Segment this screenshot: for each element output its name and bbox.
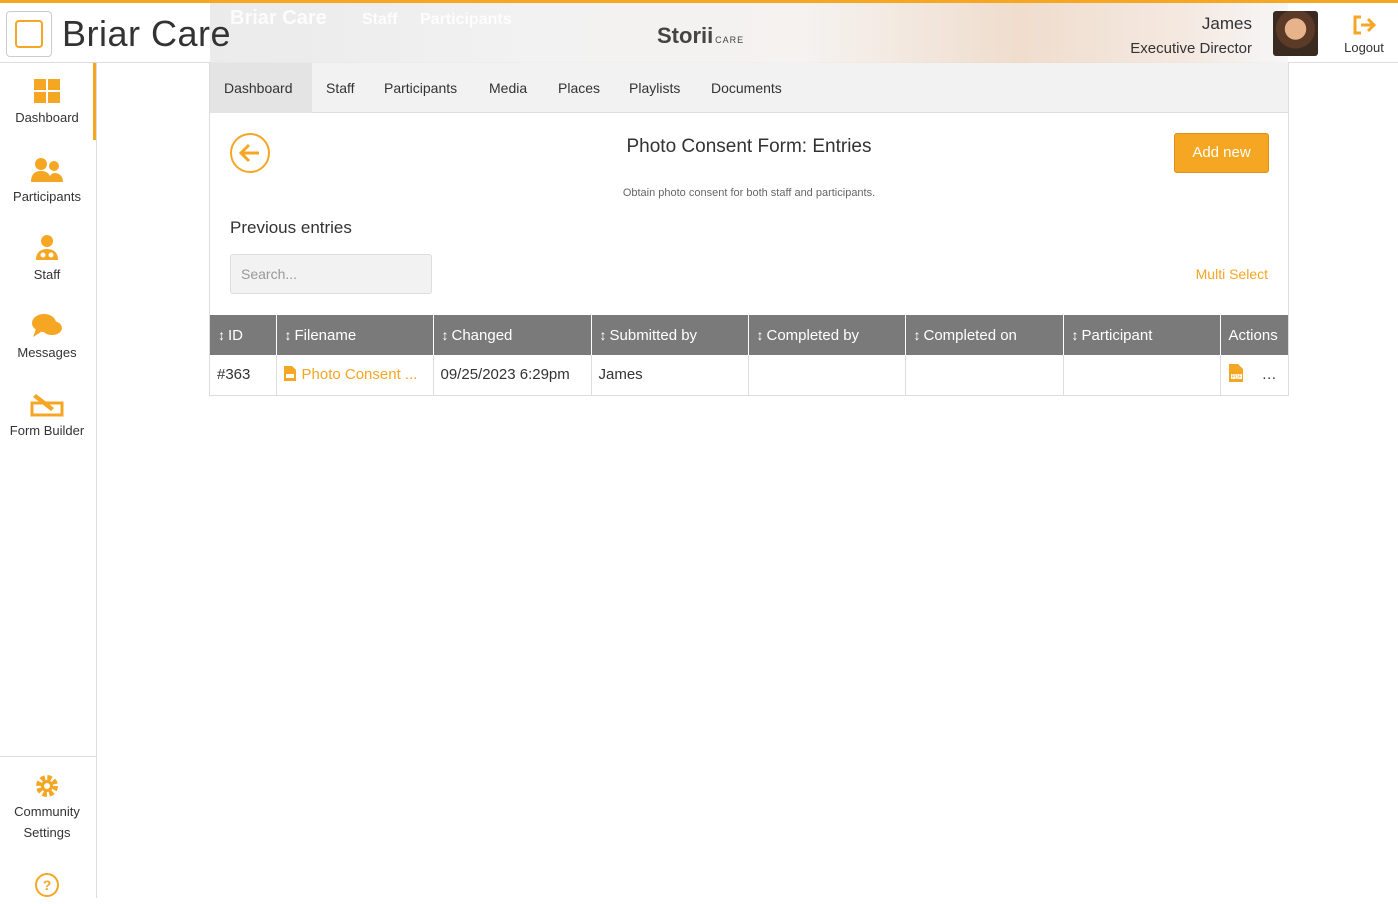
product-suffix: CARE <box>715 35 745 45</box>
tab-media[interactable]: Media <box>475 63 541 113</box>
tab-dashboard[interactable]: Dashboard <box>210 63 312 113</box>
settings-label-line2: Settings <box>23 825 71 840</box>
cell-submitted-by: James <box>591 355 749 396</box>
sort-icon: ↕ <box>284 326 292 343</box>
sidebar-item-messages[interactable]: Messages <box>0 313 94 360</box>
tab-bar: Dashboard Staff Participants Media Place… <box>210 63 1288 113</box>
banner-ghost-link: Staff <box>362 11 398 28</box>
sidebar-divider <box>0 756 96 757</box>
community-name: Briar Care <box>62 13 232 54</box>
column-header-participant[interactable]: ↕ Participant <box>1063 315 1221 355</box>
tab-documents[interactable]: Documents <box>697 63 796 113</box>
messages-icon <box>32 314 62 337</box>
file-pdf-icon <box>283 366 296 382</box>
sidebar-item-label: Messages <box>17 345 77 360</box>
left-sidebar: Dashboard Participants Staff Messages Fo… <box>0 63 97 898</box>
cell-id: #363 <box>210 355 277 396</box>
pdf-icon: PDF <box>1228 363 1243 382</box>
dashboard-grid-icon <box>34 79 60 103</box>
column-label: Completed by <box>766 326 860 344</box>
cell-actions: PDF <box>1220 355 1288 396</box>
cell-filename[interactable]: Photo Consent ... <box>276 355 434 396</box>
sidebar-item-community-settings[interactable]: Community Settings <box>0 773 94 843</box>
add-new-button[interactable]: Add new <box>1174 133 1269 173</box>
sort-icon: ↕ <box>756 326 764 343</box>
page-title: Photo Consent Form: Entries <box>626 136 872 157</box>
logout-label: Logout <box>1344 40 1384 55</box>
main-panel: Dashboard Staff Participants Media Place… <box>209 63 1289 396</box>
gear-icon <box>36 775 58 797</box>
sort-icon: ↕ <box>599 326 607 343</box>
column-header-filename[interactable]: ↕ Filename <box>276 315 434 355</box>
column-label: ID <box>228 326 243 344</box>
sidebar-item-label: Form Builder <box>9 423 85 438</box>
form-builder-icon <box>30 394 64 417</box>
entries-table: ↕ ID ↕ Filename ↕ Changed ↕ Submitted by ↕ Co… <box>210 315 1288 396</box>
column-header-completed-on[interactable]: ↕ Completed on <box>905 315 1064 355</box>
sort-icon: ↕ <box>218 326 225 343</box>
svg-text:?: ? <box>43 877 52 893</box>
community-logo[interactable] <box>6 11 52 57</box>
sidebar-item-label: Dashboard <box>15 110 79 125</box>
tab-staff[interactable]: Staff <box>312 63 369 113</box>
top-header: Briar Care Staff Participants Briar Care… <box>0 0 1398 63</box>
banner-ghost-title: Briar Care <box>230 7 327 29</box>
participants-icon <box>31 158 63 182</box>
tab-playlists[interactable]: Playlists <box>615 63 694 113</box>
sidebar-item-staff[interactable]: Staff <box>0 234 94 282</box>
more-actions-button[interactable] <box>1262 366 1278 383</box>
column-label: Filename <box>294 326 357 344</box>
sort-icon: ↕ <box>441 326 449 343</box>
multi-select-link[interactable]: Multi Select <box>1196 266 1268 282</box>
product-name: Storii <box>657 23 714 48</box>
settings-label-line1: Community <box>14 804 80 819</box>
column-header-submitted-by[interactable]: ↕ Submitted by <box>591 315 749 355</box>
table-row: #363 Photo Consent ... 09/25/2023 6:29pm… <box>210 355 1288 396</box>
tab-places[interactable]: Places <box>544 63 614 113</box>
column-header-actions: Actions <box>1220 315 1288 355</box>
page-subtitle: Obtain photo consent for both staff and … <box>622 187 876 199</box>
download-pdf-button[interactable]: PDF <box>1228 363 1244 386</box>
column-label: Submitted by <box>609 326 698 344</box>
sidebar-item-participants[interactable]: Participants <box>0 157 94 204</box>
user-role: Executive Director <box>1130 40 1252 57</box>
sidebar-item-label: Staff <box>33 267 61 282</box>
help-button[interactable]: ? <box>0 872 94 904</box>
tab-participants[interactable]: Participants <box>370 63 471 113</box>
file-link[interactable]: Photo Consent ... <box>302 366 418 383</box>
column-label: Completed on <box>923 326 1017 344</box>
sort-icon: ↕ <box>1071 326 1079 343</box>
cell-completed-on <box>905 355 1064 396</box>
column-label: Changed <box>451 326 513 344</box>
sort-icon: ↕ <box>913 326 921 343</box>
column-header-completed-by[interactable]: ↕ Completed by <box>748 315 906 355</box>
svg-text:PDF: PDF <box>1231 374 1241 380</box>
section-title: Previous entries <box>230 218 352 237</box>
storii-logo: Storii CARE <box>657 23 744 49</box>
sidebar-item-form-builder[interactable]: Form Builder <box>0 391 94 438</box>
header-banner: Briar Care Staff Participants <box>210 3 1288 63</box>
user-name[interactable]: James <box>1202 14 1252 34</box>
column-label: Participant <box>1081 326 1153 344</box>
more-dots-icon <box>1262 374 1278 379</box>
avatar[interactable] <box>1273 11 1318 56</box>
cell-changed: 09/25/2023 6:29pm <box>433 355 592 396</box>
table-header-row: ↕ ID ↕ Filename ↕ Changed ↕ Submitted by ↕ Co… <box>210 315 1288 355</box>
logout-icon <box>1353 15 1377 35</box>
column-header-changed[interactable]: ↕ Changed <box>433 315 592 355</box>
logout-button[interactable]: Logout <box>1336 11 1392 55</box>
help-icon: ? <box>35 873 59 897</box>
column-header-id[interactable]: ↕ ID <box>210 315 277 355</box>
cell-participant <box>1063 355 1221 396</box>
cell-completed-by <box>748 355 906 396</box>
staff-icon <box>36 235 58 260</box>
sidebar-item-dashboard[interactable]: Dashboard <box>0 78 94 125</box>
search-input[interactable] <box>230 254 432 294</box>
banner-ghost-link: Participants <box>420 11 512 28</box>
sidebar-item-label: Participants <box>13 189 81 204</box>
